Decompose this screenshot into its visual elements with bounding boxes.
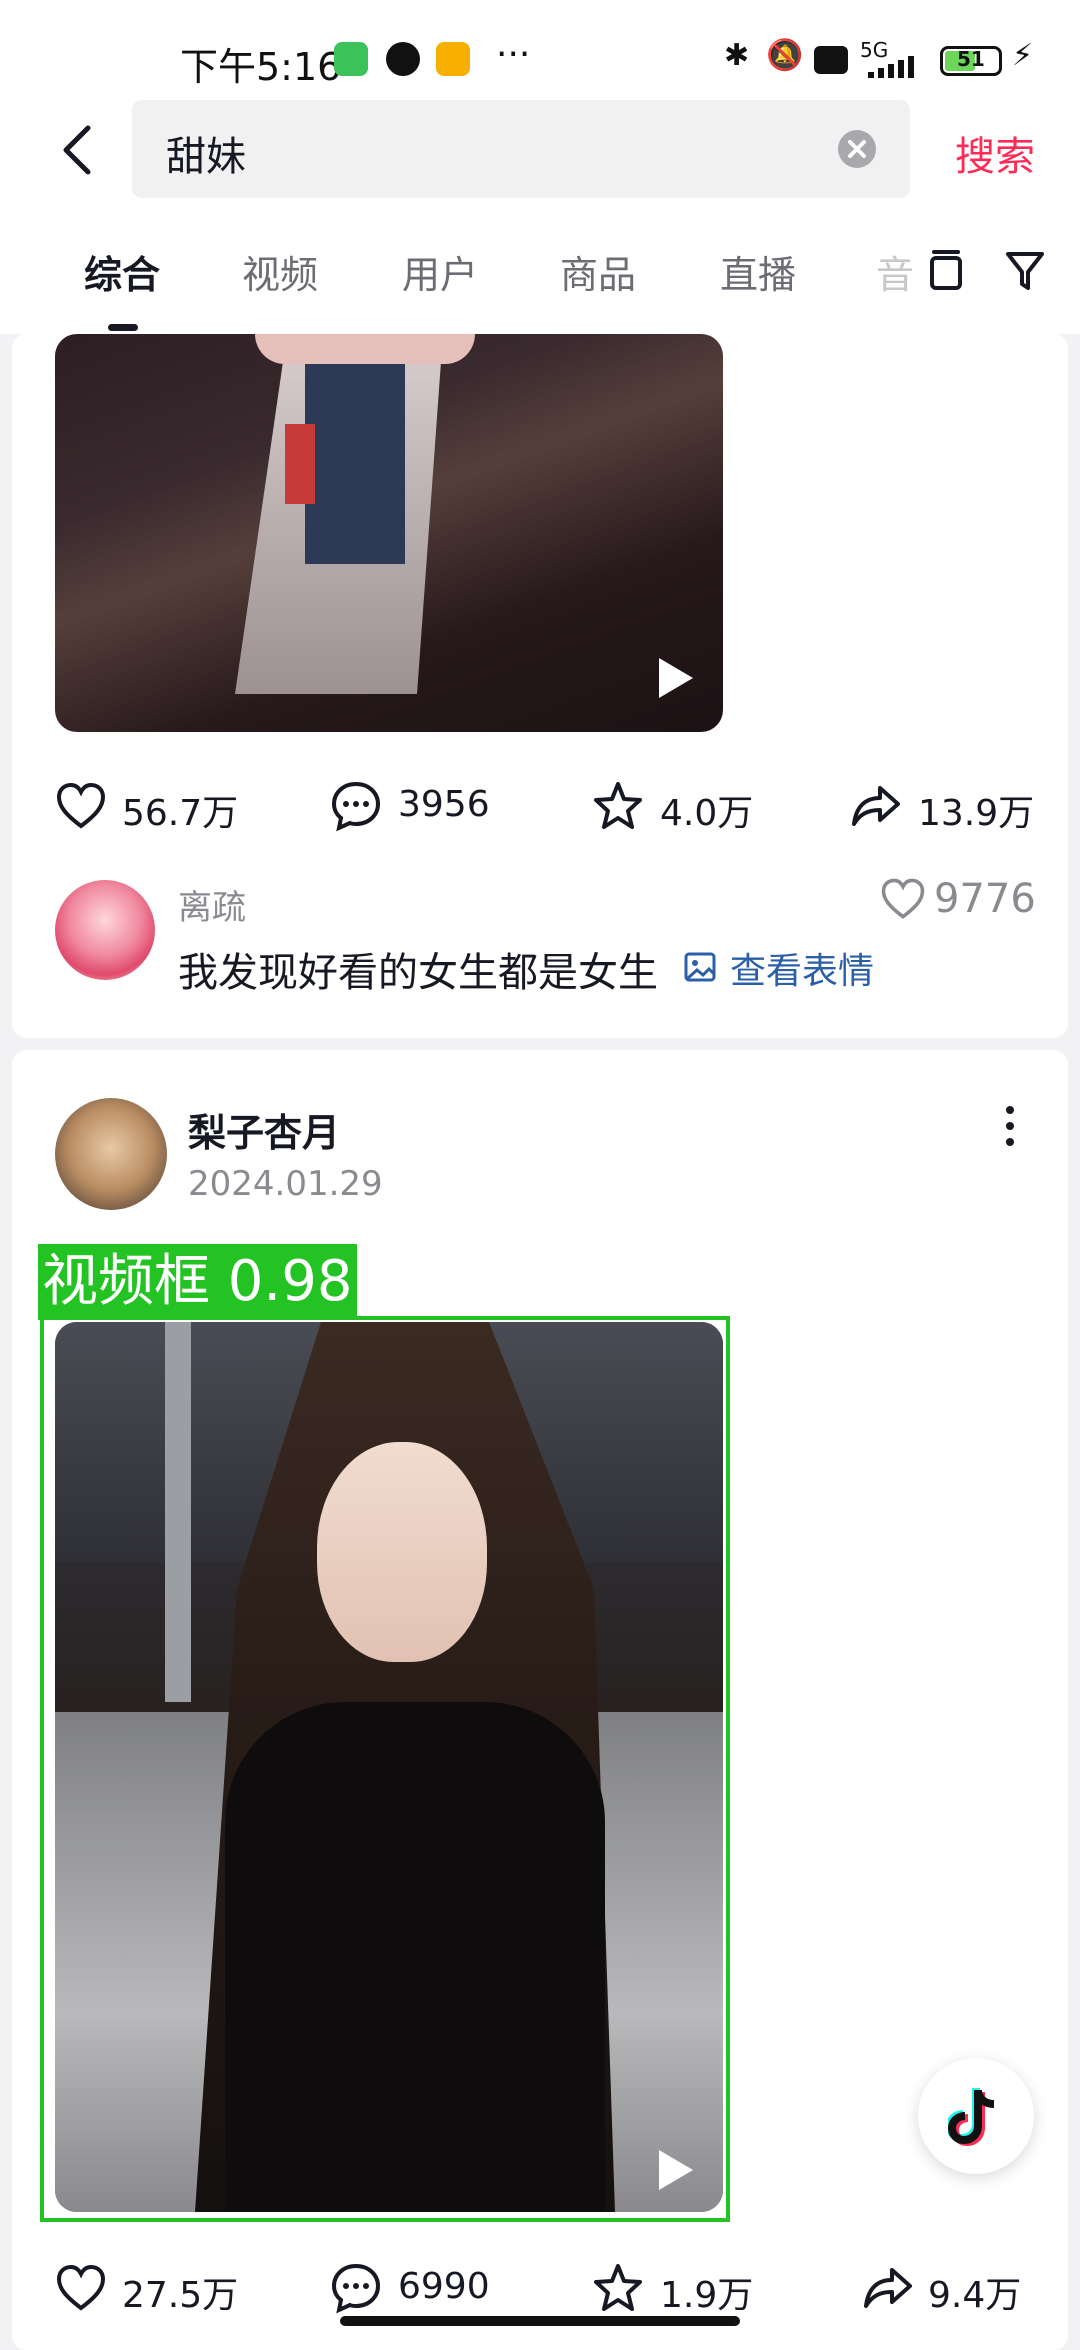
douyin-logo-icon xyxy=(945,2084,1004,2148)
avatar[interactable] xyxy=(55,880,155,980)
comment-count: 6990 xyxy=(398,2266,490,2307)
status-bar: 下午5:16 ··· ✱ 🔕 5G 51 ⚡ xyxy=(0,0,1080,100)
tab-music[interactable]: 音 xyxy=(876,244,914,299)
tab-products[interactable]: 商品 xyxy=(560,244,636,299)
battery-icon: 51 xyxy=(940,46,1002,76)
qq-icon xyxy=(386,42,420,76)
comment-count: 3956 xyxy=(398,784,490,825)
share-icon[interactable] xyxy=(850,780,902,832)
video-thumbnail[interactable] xyxy=(55,334,723,732)
app-58-icon xyxy=(436,42,470,76)
comment-icon[interactable] xyxy=(330,2262,382,2314)
like-icon[interactable] xyxy=(55,2262,107,2314)
tab-comprehensive[interactable]: 综合 xyxy=(84,244,160,299)
clear-icon[interactable] xyxy=(838,130,876,168)
home-indicator[interactable] xyxy=(340,2316,740,2326)
tab-video[interactable]: 视频 xyxy=(242,244,318,299)
search-query[interactable]: 甜妹 xyxy=(166,124,246,182)
charging-icon: ⚡ xyxy=(1012,38,1034,73)
post-stats-row: 27.5万 6990 1.9万 9.4万 xyxy=(0,2254,1080,2314)
more-options-icon[interactable] xyxy=(1000,1104,1020,1148)
result-tabs: 综合 视频 用户 商品 直播 音 xyxy=(0,214,1080,334)
more-notifications: ··· xyxy=(496,34,531,75)
layout-toggle-icon[interactable] xyxy=(926,248,966,296)
search-input[interactable]: 甜妹 xyxy=(132,100,910,198)
comment-text: 我发现好看的女生都是女生 xyxy=(178,950,658,996)
detection-label: 视频框 0.98 xyxy=(38,1244,357,1320)
tab-users[interactable]: 用户 xyxy=(402,244,478,299)
comment-like-icon[interactable] xyxy=(880,876,926,922)
comment-like-count: 9776 xyxy=(934,876,1036,922)
comment-username[interactable]: 离疏 xyxy=(178,880,246,929)
star-icon[interactable] xyxy=(592,780,644,832)
like-count: 27.5万 xyxy=(122,2275,239,2314)
avatar[interactable] xyxy=(55,1098,167,1210)
search-header: 甜妹 搜索 xyxy=(0,100,1080,214)
favorite-count: 1.9万 xyxy=(660,2275,754,2314)
back-icon[interactable] xyxy=(50,120,110,180)
favorite-count: 4.0万 xyxy=(660,793,754,834)
like-count: 56.7万 xyxy=(122,793,239,834)
share-icon[interactable] xyxy=(862,2262,914,2314)
tab-indicator xyxy=(108,324,138,331)
share-count: 13.9万 xyxy=(918,793,1035,834)
detection-box xyxy=(40,1316,730,2222)
douyin-float-button[interactable] xyxy=(918,2058,1034,2174)
wechat-icon xyxy=(334,42,368,76)
thumbnail-shape xyxy=(255,334,475,364)
tab-live[interactable]: 直播 xyxy=(720,244,796,299)
view-sticker-link[interactable]: 查看表情 xyxy=(730,942,874,994)
image-icon xyxy=(683,950,717,984)
hd-icon xyxy=(814,46,848,74)
share-count: 9.4万 xyxy=(928,2275,1022,2314)
search-button[interactable]: 搜索 xyxy=(955,124,1035,182)
star-icon[interactable] xyxy=(592,2262,644,2314)
author-name[interactable]: 梨子杏月 xyxy=(188,1102,340,1157)
filter-icon[interactable] xyxy=(1004,250,1050,294)
thumbnail-shape xyxy=(305,334,405,564)
thumbnail-shape xyxy=(285,424,315,504)
mute-bell-icon: 🔕 xyxy=(766,38,804,73)
status-time: 下午5:16 xyxy=(180,45,342,89)
bluetooth-icon: ✱ xyxy=(724,38,750,73)
like-icon[interactable] xyxy=(55,780,107,832)
comment-icon[interactable] xyxy=(330,780,382,832)
play-icon xyxy=(659,658,693,698)
post-date: 2024.01.29 xyxy=(188,1164,383,1204)
signal-icon xyxy=(866,56,926,78)
